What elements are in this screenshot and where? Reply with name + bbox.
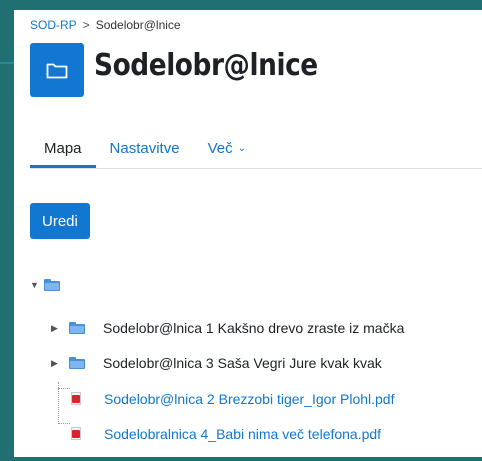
tree-item-file-4[interactable]: Sodelobralnica 4_Babi nima več telefona.… xyxy=(70,423,381,445)
tree-item-label: Sodelobr@lnica 1 Kakšno drevo zraste iz … xyxy=(103,320,405,336)
folder-icon xyxy=(69,322,85,334)
tree-connector-line xyxy=(58,388,70,389)
tree-connector-line xyxy=(58,423,70,424)
file-link[interactable]: Sodelobr@lnica 2 Brezzobi tiger_Igor Plo… xyxy=(104,391,395,407)
tree-item-folder-3[interactable]: ▶ Sodelobr@lnica 3 Saša Vegri Jure kvak … xyxy=(51,352,382,374)
folder-icon xyxy=(69,357,85,369)
folder-icon xyxy=(44,279,60,291)
tree-item-label: Sodelobr@lnica 3 Saša Vegri Jure kvak kv… xyxy=(103,355,382,371)
caret-down-icon[interactable]: ▼ xyxy=(30,280,42,290)
caret-right-icon[interactable]: ▶ xyxy=(51,358,63,369)
folder-page: SOD-RP > Sodelobr@lnice Sodelobr@lnice Map… xyxy=(14,10,482,457)
pdf-icon xyxy=(70,427,82,441)
caret-right-icon[interactable]: ▶ xyxy=(51,323,63,334)
pdf-icon xyxy=(70,392,82,406)
folder-tree: ▼ ▶ Sodelobr@lnica 1 Kakšno drevo zraste… xyxy=(14,10,482,457)
tree-item-folder-1[interactable]: ▶ Sodelobr@lnica 1 Kakšno drevo zraste i… xyxy=(51,317,404,339)
tree-item-file-2[interactable]: Sodelobr@lnica 2 Brezzobi tiger_Igor Plo… xyxy=(70,388,395,410)
tree-root[interactable]: ▼ xyxy=(30,274,60,296)
file-link[interactable]: Sodelobralnica 4_Babi nima več telefona.… xyxy=(104,426,381,442)
